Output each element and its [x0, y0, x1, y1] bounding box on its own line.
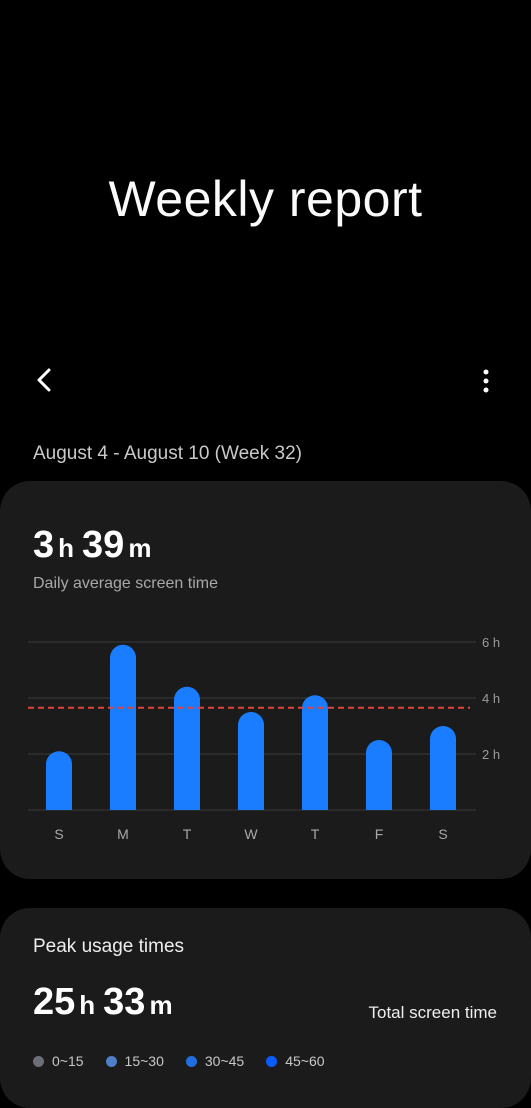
- total-hours: 25: [33, 981, 76, 1023]
- total-screen-time-value: 25 h 33 m: [33, 981, 181, 1024]
- legend-dot-2: [185, 1055, 197, 1067]
- y-tick-label: 2 h: [482, 747, 500, 762]
- legend-item: 0~15: [33, 1053, 84, 1069]
- legend-dot-0: [33, 1055, 44, 1067]
- bar: [110, 644, 136, 810]
- back-arrow-icon: [37, 368, 51, 392]
- total-screen-time-label: Total screen time: [368, 1003, 498, 1022]
- x-tick-label: S: [438, 826, 447, 842]
- total-hours-unit: h: [79, 990, 96, 1020]
- x-tick-label: F: [375, 826, 384, 842]
- peak-legend: 0~15 15~30 30~45 45~60: [33, 1053, 325, 1069]
- x-tick-label: W: [244, 826, 258, 842]
- legend-label: 15~30: [124, 1053, 164, 1069]
- legend-item: 30~45: [185, 1053, 245, 1069]
- daily-average-card[interactable]: 3 h 39 m Daily average screen time 2 h4 h6 …: [0, 481, 531, 879]
- y-tick-label: 6 h: [482, 635, 500, 650]
- legend-label: 0~15: [52, 1053, 84, 1069]
- back-button[interactable]: [28, 362, 64, 398]
- legend-dot-3: [266, 1055, 278, 1067]
- bar: [238, 712, 264, 810]
- x-tick-label: M: [117, 826, 129, 842]
- page-title: Weekly report: [108, 171, 423, 227]
- legend-item: 15~30: [105, 1053, 164, 1069]
- bar: [302, 695, 328, 810]
- x-tick-label: T: [311, 826, 320, 842]
- more-vert-icon: [483, 369, 489, 393]
- bar: [46, 751, 72, 810]
- legend-label: 30~45: [204, 1053, 245, 1069]
- legend-item: 45~60: [266, 1053, 325, 1069]
- bar: [430, 726, 456, 810]
- weekly-bar-chart[interactable]: 2 h 4 h 6 h S M T W T F S: [0, 481, 531, 879]
- peak-usage-label: Peak usage times: [33, 936, 185, 957]
- y-tick-label: 4 h: [482, 691, 500, 706]
- peak-usage-card[interactable]: Peak usage times 25 h 33 m Total screen tim…: [0, 908, 531, 1108]
- bar: [174, 686, 200, 810]
- total-minutes: 33: [103, 981, 146, 1023]
- x-tick-label: T: [183, 826, 192, 842]
- bar: [366, 740, 392, 810]
- legend-dot-1: [105, 1055, 117, 1067]
- week-range: August 4 - August 10 (Week 32): [33, 443, 302, 464]
- total-minutes-unit: m: [149, 990, 173, 1020]
- legend-label: 45~60: [285, 1053, 325, 1069]
- x-tick-label: S: [54, 826, 63, 842]
- more-options-button[interactable]: [468, 362, 504, 398]
